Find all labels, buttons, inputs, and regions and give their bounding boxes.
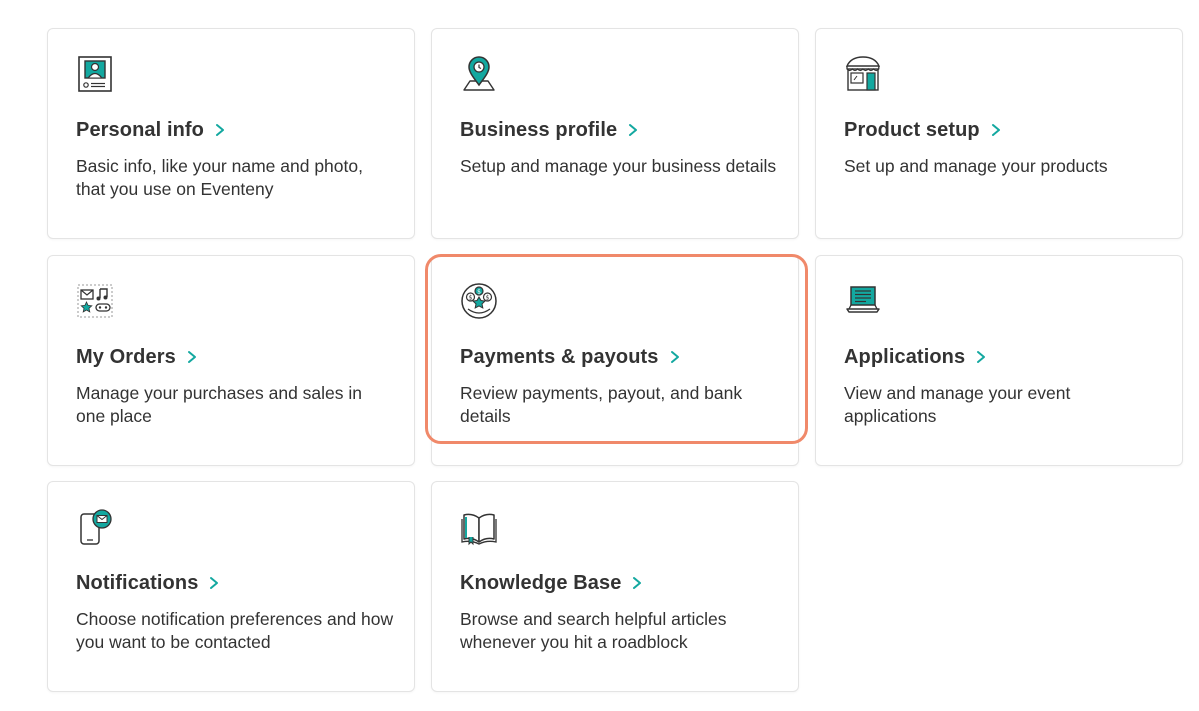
card-title: Applications — [844, 345, 966, 368]
phone-mail-icon — [76, 508, 114, 546]
card-description: Basic info, like your name and photo, th… — [76, 156, 363, 199]
storefront-icon — [844, 55, 882, 93]
card-title: Business profile — [460, 118, 618, 141]
laptop-icon — [844, 282, 882, 320]
svg-text:$: $ — [486, 295, 490, 302]
map-pin-icon — [460, 55, 498, 93]
chevron-right-icon — [208, 576, 220, 590]
card-title: Notifications — [76, 571, 199, 594]
card-product-setup[interactable]: Product setup Set up and manage your pro… — [815, 28, 1183, 239]
svg-text:$: $ — [469, 295, 473, 302]
card-payments-payouts[interactable]: $ $ $ Payments & payouts Review payments… — [431, 255, 799, 466]
card-applications[interactable]: Applications View and manage your event … — [815, 255, 1183, 466]
card-business-profile[interactable]: Business profile Setup and manage your b… — [431, 28, 799, 239]
chevron-right-icon — [990, 123, 1002, 137]
card-personal-info[interactable]: Personal info Basic info, like your name… — [47, 28, 415, 239]
card-description: Setup and manage your business details — [460, 156, 777, 176]
chevron-right-icon — [627, 123, 639, 137]
card-description: Set up and manage your products — [844, 156, 1108, 176]
id-card-icon — [76, 55, 114, 93]
card-my-orders[interactable]: My Orders Manage your purchases and sale… — [47, 255, 415, 466]
chevron-right-icon — [631, 576, 643, 590]
chevron-right-icon — [214, 123, 226, 137]
payments-icon: $ $ $ — [460, 282, 498, 320]
card-knowledge-base[interactable]: Knowledge Base Browse and search helpful… — [431, 481, 799, 692]
card-title: Personal info — [76, 118, 204, 141]
chevron-right-icon — [669, 350, 681, 364]
card-title: My Orders — [76, 345, 176, 368]
book-icon — [460, 508, 498, 546]
card-notifications[interactable]: Notifications Choose notification prefer… — [47, 481, 415, 692]
card-description: Browse and search helpful articles whene… — [460, 609, 727, 652]
card-title: Payments & payouts — [460, 345, 659, 368]
card-description: Review payments, payout, and bank detail… — [460, 383, 743, 426]
card-title: Knowledge Base — [460, 571, 622, 594]
chevron-right-icon — [975, 350, 987, 364]
card-description: Choose notification preferences and how … — [76, 609, 394, 652]
card-description: View and manage your event applications — [844, 383, 1071, 426]
chevron-right-icon — [186, 350, 198, 364]
card-title: Product setup — [844, 118, 980, 141]
card-description: Manage your purchases and sales in one p… — [76, 383, 363, 426]
settings-grid: Personal info Basic info, like your name… — [0, 0, 1199, 711]
svg-text:$: $ — [477, 289, 481, 296]
orders-icon — [76, 282, 114, 320]
